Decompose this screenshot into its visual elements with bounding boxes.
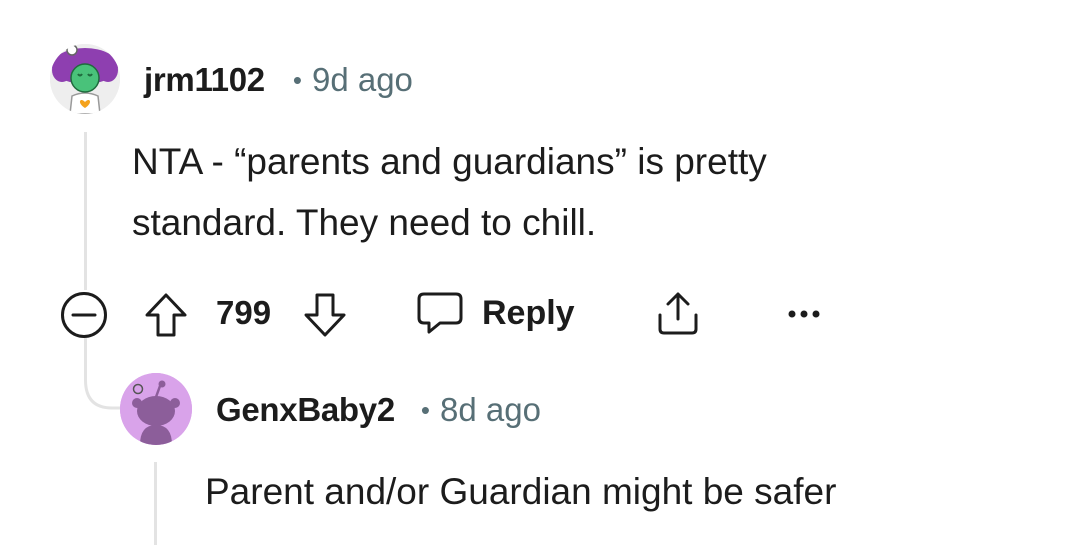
comment-body-line: Parent and/or Guardian might be safer bbox=[205, 471, 837, 512]
minus-circle-icon bbox=[61, 292, 107, 338]
comment-timestamp: 8d ago bbox=[440, 391, 541, 428]
meta-separator: • bbox=[420, 394, 430, 425]
reply-label: Reply bbox=[482, 293, 575, 332]
avatar-green-purple-hair-icon bbox=[50, 44, 120, 114]
comment-body: Parent and/or Guardian might be safer bbox=[205, 461, 836, 522]
downvote-button[interactable] bbox=[302, 291, 348, 339]
comment-body: NTA - “parents and guardians” is pretty … bbox=[132, 131, 767, 253]
avatar-default-snoo-icon bbox=[120, 373, 192, 445]
username[interactable]: GenxBaby2 bbox=[216, 391, 395, 429]
arrow-up-icon bbox=[145, 293, 187, 337]
avatar[interactable] bbox=[120, 373, 192, 445]
meta-separator: • bbox=[292, 64, 302, 95]
collapse-button[interactable] bbox=[60, 291, 108, 339]
comment-body-line: NTA - “parents and guardians” is pretty bbox=[132, 141, 767, 182]
upvote-button[interactable] bbox=[143, 291, 189, 339]
share-icon bbox=[658, 292, 698, 335]
reply-button[interactable]: Reply bbox=[416, 289, 575, 337]
thread-line-reply bbox=[154, 462, 157, 545]
ellipsis-icon bbox=[788, 310, 820, 318]
speech-bubble-icon bbox=[417, 292, 463, 334]
avatar[interactable] bbox=[50, 44, 120, 114]
comment-timestamp: 9d ago bbox=[311, 61, 413, 98]
more-options-button[interactable] bbox=[786, 304, 822, 324]
vote-count: 799 bbox=[216, 294, 272, 331]
thread-line-main bbox=[84, 132, 87, 290]
comment-header: jrm1102 • 9d ago bbox=[144, 58, 413, 102]
comment-header: GenxBaby2 • 8d ago bbox=[216, 388, 541, 432]
comment-body-line: standard. They need to chill. bbox=[132, 202, 597, 243]
arrow-down-icon bbox=[304, 293, 346, 337]
share-button[interactable] bbox=[654, 289, 702, 337]
username[interactable]: jrm1102 bbox=[144, 61, 265, 99]
